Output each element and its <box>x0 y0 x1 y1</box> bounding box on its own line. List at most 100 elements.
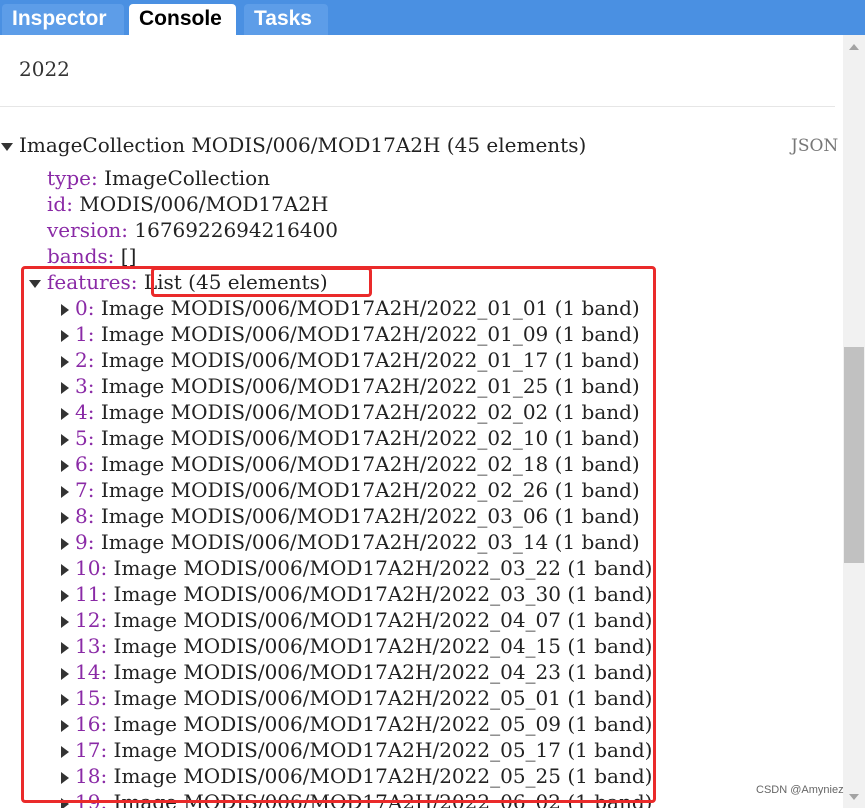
property-row-bands: bands: [] <box>47 243 136 269</box>
expand-triangle-icon[interactable] <box>61 355 69 368</box>
feature-row[interactable]: 8: Image MODIS/006/MOD17A2H/2022_03_06 (… <box>61 503 640 529</box>
expand-triangle-icon[interactable] <box>61 667 69 680</box>
expand-triangle-icon[interactable] <box>61 693 69 706</box>
scroll-up-arrow-icon[interactable] <box>849 44 859 50</box>
feature-text: Image MODIS/006/MOD17A2H/2022_05_17 (1 b… <box>113 738 653 762</box>
feature-index: 4: <box>75 400 95 424</box>
feature-text: Image MODIS/006/MOD17A2H/2022_02_26 (1 b… <box>100 478 640 502</box>
feature-text: Image MODIS/006/MOD17A2H/2022_03_22 (1 b… <box>113 556 653 580</box>
expand-triangle-icon[interactable] <box>61 641 69 654</box>
expand-triangle-icon[interactable] <box>61 329 69 342</box>
feature-index: 10: <box>75 556 108 580</box>
property-key: id: <box>47 192 73 216</box>
expand-triangle-icon[interactable] <box>61 745 69 758</box>
output-divider <box>0 106 835 107</box>
property-key: version: <box>47 218 129 242</box>
tab-tasks[interactable]: Tasks <box>244 4 328 35</box>
feature-index: 0: <box>75 296 95 320</box>
property-value: MODIS/006/MOD17A2H <box>79 192 329 216</box>
expand-triangle-icon[interactable] <box>61 511 69 524</box>
feature-index: 2: <box>75 348 95 372</box>
features-key: features: <box>47 270 138 294</box>
feature-row[interactable]: 19: Image MODIS/006/MOD17A2H/2022_06_02 … <box>61 789 652 808</box>
feature-row[interactable]: 0: Image MODIS/006/MOD17A2H/2022_01_01 (… <box>61 295 640 321</box>
property-row-type: type: ImageCollection <box>47 165 270 191</box>
feature-index: 5: <box>75 426 95 450</box>
feature-text: Image MODIS/006/MOD17A2H/2022_05_01 (1 b… <box>113 686 653 710</box>
collection-header[interactable]: ImageCollection MODIS/006/MOD17A2H (45 e… <box>1 132 586 158</box>
feature-row[interactable]: 15: Image MODIS/006/MOD17A2H/2022_05_01 … <box>61 685 652 711</box>
feature-row[interactable]: 7: Image MODIS/006/MOD17A2H/2022_02_26 (… <box>61 477 640 503</box>
feature-index: 18: <box>75 764 108 788</box>
feature-index: 11: <box>75 582 108 606</box>
feature-row[interactable]: 6: Image MODIS/006/MOD17A2H/2022_02_18 (… <box>61 451 640 477</box>
expand-triangle-icon[interactable] <box>61 407 69 420</box>
feature-index: 15: <box>75 686 108 710</box>
features-value: List (45 elements) <box>143 270 328 294</box>
feature-index: 16: <box>75 712 108 736</box>
feature-index: 12: <box>75 608 108 632</box>
feature-row[interactable]: 10: Image MODIS/006/MOD17A2H/2022_03_22 … <box>61 555 652 581</box>
feature-row[interactable]: 2: Image MODIS/006/MOD17A2H/2022_01_17 (… <box>61 347 640 373</box>
expand-triangle-icon[interactable] <box>61 719 69 732</box>
feature-row[interactable]: 1: Image MODIS/006/MOD17A2H/2022_01_09 (… <box>61 321 640 347</box>
property-value: ImageCollection <box>104 166 271 190</box>
feature-text: Image MODIS/006/MOD17A2H/2022_01_25 (1 b… <box>100 374 640 398</box>
expand-triangle-icon[interactable] <box>61 537 69 550</box>
feature-text: Image MODIS/006/MOD17A2H/2022_05_25 (1 b… <box>113 764 653 788</box>
json-button[interactable]: JSON <box>791 136 838 156</box>
console-panel: 2022 ImageCollection MODIS/006/MOD17A2H … <box>0 35 843 808</box>
expand-triangle-icon[interactable] <box>61 563 69 576</box>
feature-index: 9: <box>75 530 95 554</box>
feature-row[interactable]: 18: Image MODIS/006/MOD17A2H/2022_05_25 … <box>61 763 652 789</box>
expand-triangle-icon[interactable] <box>61 381 69 394</box>
feature-row[interactable]: 12: Image MODIS/006/MOD17A2H/2022_04_07 … <box>61 607 652 633</box>
expand-triangle-icon[interactable] <box>61 433 69 446</box>
feature-text: Image MODIS/006/MOD17A2H/2022_03_14 (1 b… <box>100 530 640 554</box>
expand-triangle-icon[interactable] <box>61 797 69 808</box>
feature-row[interactable]: 14: Image MODIS/006/MOD17A2H/2022_04_23 … <box>61 659 652 685</box>
property-key: bands: <box>47 244 115 268</box>
feature-text: Image MODIS/006/MOD17A2H/2022_01_01 (1 b… <box>100 296 640 320</box>
feature-text: Image MODIS/006/MOD17A2H/2022_04_23 (1 b… <box>113 660 653 684</box>
tab-console[interactable]: Console <box>129 4 236 35</box>
feature-text: Image MODIS/006/MOD17A2H/2022_02_10 (1 b… <box>100 426 640 450</box>
feature-row[interactable]: 4: Image MODIS/006/MOD17A2H/2022_02_02 (… <box>61 399 640 425</box>
feature-row[interactable]: 13: Image MODIS/006/MOD17A2H/2022_04_15 … <box>61 633 652 659</box>
scroll-thumb[interactable] <box>844 347 864 563</box>
feature-text: Image MODIS/006/MOD17A2H/2022_01_17 (1 b… <box>100 348 640 372</box>
feature-text: Image MODIS/006/MOD17A2H/2022_01_09 (1 b… <box>100 322 640 346</box>
expand-triangle-icon[interactable] <box>61 615 69 628</box>
feature-row[interactable]: 5: Image MODIS/006/MOD17A2H/2022_02_10 (… <box>61 425 640 451</box>
feature-row[interactable]: 17: Image MODIS/006/MOD17A2H/2022_05_17 … <box>61 737 652 763</box>
feature-index: 1: <box>75 322 95 346</box>
tab-bar: Inspector Console Tasks <box>0 0 865 35</box>
feature-row[interactable]: 11: Image MODIS/006/MOD17A2H/2022_03_30 … <box>61 581 652 607</box>
features-row[interactable]: features: List (45 elements) <box>29 269 328 295</box>
expand-triangle-icon[interactable] <box>61 771 69 784</box>
collapse-triangle-icon[interactable] <box>29 279 41 288</box>
expand-triangle-icon[interactable] <box>61 485 69 498</box>
scroll-down-arrow-icon[interactable] <box>849 794 859 800</box>
expand-triangle-icon[interactable] <box>61 303 69 316</box>
feature-row[interactable]: 3: Image MODIS/006/MOD17A2H/2022_01_25 (… <box>61 373 640 399</box>
feature-row[interactable]: 16: Image MODIS/006/MOD17A2H/2022_05_09 … <box>61 711 652 737</box>
watermark: CSDN @Amyniez <box>756 784 844 796</box>
collapse-triangle-icon[interactable] <box>1 142 13 151</box>
collection-header-text: ImageCollection MODIS/006/MOD17A2H (45 e… <box>19 133 587 157</box>
feature-text: Image MODIS/006/MOD17A2H/2022_02_02 (1 b… <box>100 400 640 424</box>
feature-text: Image MODIS/006/MOD17A2H/2022_06_02 (1 b… <box>113 790 653 808</box>
feature-text: Image MODIS/006/MOD17A2H/2022_04_15 (1 b… <box>113 634 653 658</box>
feature-index: 13: <box>75 634 108 658</box>
feature-text: Image MODIS/006/MOD17A2H/2022_02_18 (1 b… <box>100 452 640 476</box>
feature-index: 3: <box>75 374 95 398</box>
expand-triangle-icon[interactable] <box>61 589 69 602</box>
property-value: 1676922694216400 <box>134 218 338 242</box>
expand-triangle-icon[interactable] <box>61 459 69 472</box>
feature-text: Image MODIS/006/MOD17A2H/2022_05_09 (1 b… <box>113 712 653 736</box>
tab-inspector[interactable]: Inspector <box>2 4 124 35</box>
vertical-scrollbar[interactable] <box>843 35 865 808</box>
feature-index: 19: <box>75 790 108 808</box>
feature-row[interactable]: 9: Image MODIS/006/MOD17A2H/2022_03_14 (… <box>61 529 640 555</box>
feature-index: 6: <box>75 452 95 476</box>
